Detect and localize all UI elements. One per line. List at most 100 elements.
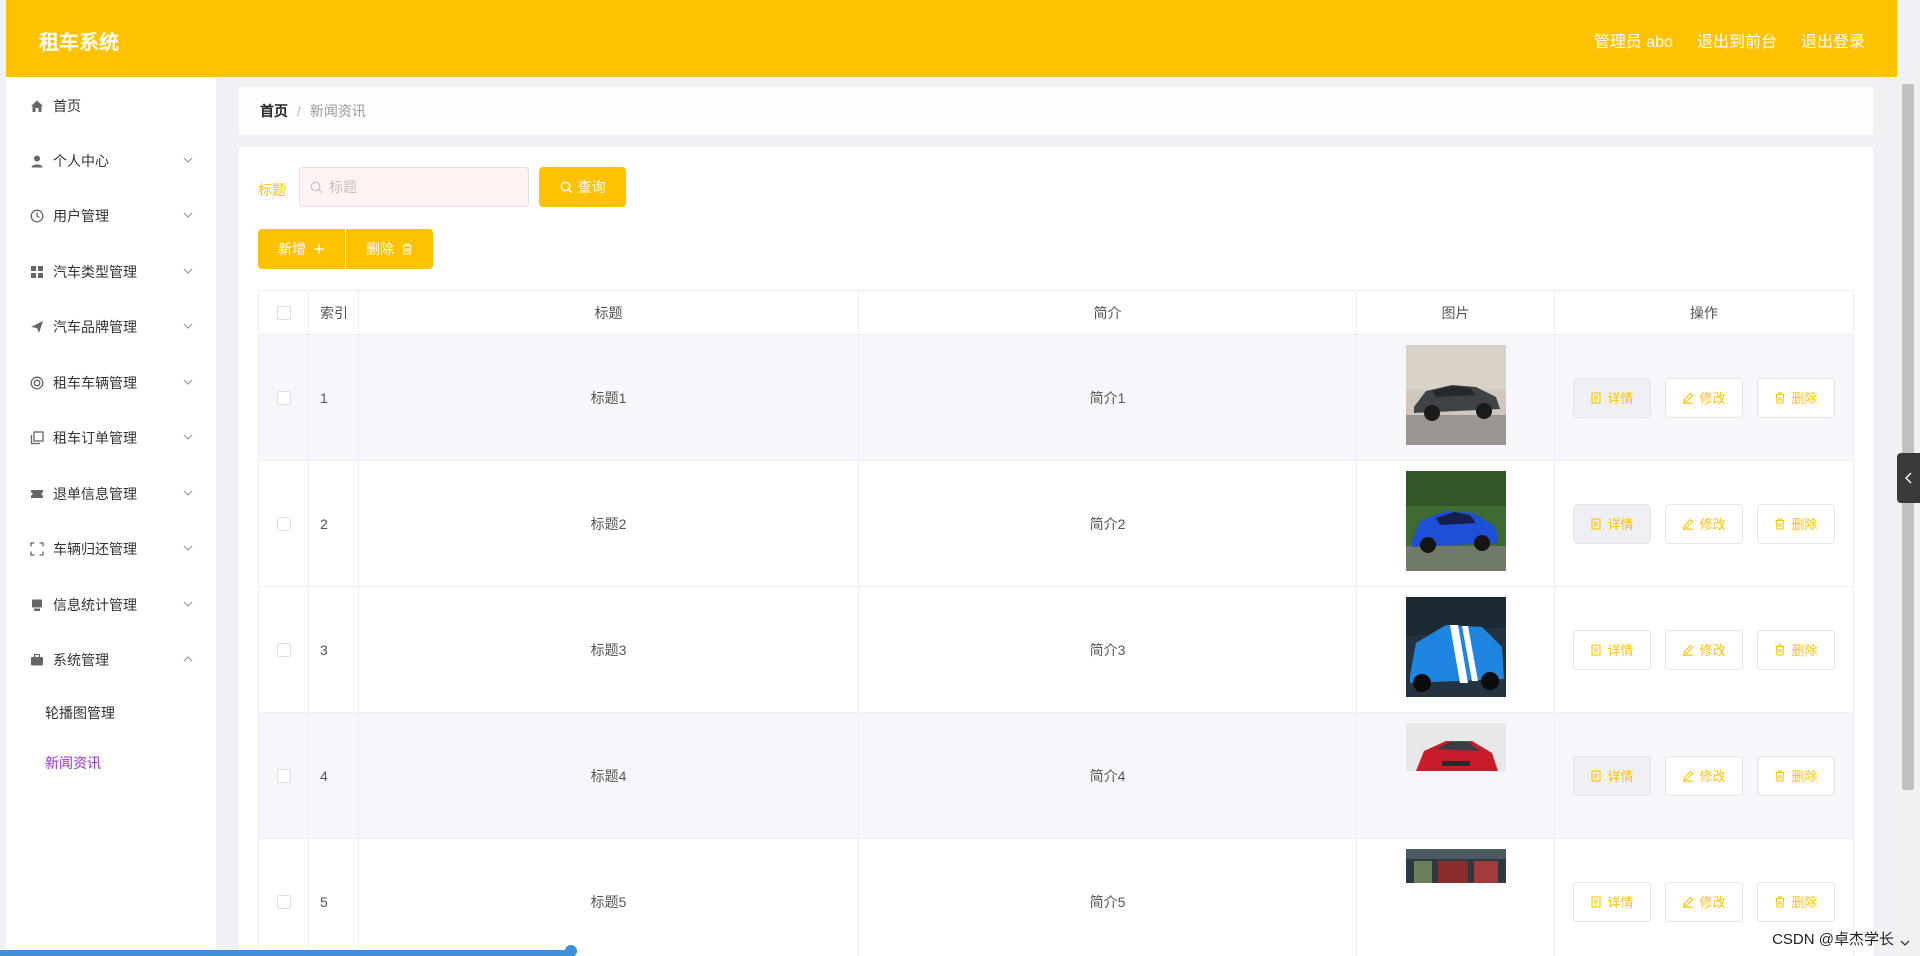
delete-button[interactable]: 删除	[1757, 755, 1835, 796]
row-title: 标题2	[359, 461, 859, 586]
table-row: 5 标题5 简介5 详情 修改 删除	[259, 839, 1853, 956]
row-intro: 简介2	[859, 461, 1357, 586]
news-table: 索引 标题 简介 图片 操作 1 标题1 简介1 详情 修改 删除 2 标题2 …	[258, 290, 1854, 956]
vertical-scrollbar[interactable]	[1897, 77, 1920, 956]
sidebar-item-user-management[interactable]: 用户管理	[6, 196, 216, 236]
row-checkbox[interactable]	[276, 768, 291, 783]
detail-button[interactable]: 详情	[1573, 881, 1651, 922]
search-field[interactable]	[299, 167, 529, 207]
header-check-cell	[259, 291, 309, 334]
table-row: 4 标题4 简介4 详情 修改 删除	[259, 713, 1853, 839]
query-button[interactable]: 查询	[539, 167, 626, 207]
header-index: 索引	[309, 291, 359, 334]
car-image[interactable]	[1405, 597, 1506, 697]
document-icon	[1591, 895, 1602, 908]
sidebar-item-refunds[interactable]: 退单信息管理	[6, 474, 216, 514]
edit-label: 修改	[1699, 769, 1726, 784]
table-header: 索引 标题 简介 图片 操作	[259, 291, 1853, 335]
trash-icon	[1775, 643, 1785, 656]
sidebar-item-label: 车辆归还管理	[53, 541, 137, 557]
row-index: 1	[309, 335, 359, 460]
chevron-left-icon	[1904, 472, 1911, 484]
delete-button[interactable]: 删除	[1757, 503, 1835, 544]
document-icon	[1591, 391, 1602, 404]
breadcrumb: 首页 / 新闻资讯	[239, 87, 1873, 135]
row-checkbox[interactable]	[276, 390, 291, 405]
sidebar-subitem-carousel[interactable]: 轮播图管理	[6, 693, 216, 733]
row-actions: 详情 修改 删除	[1555, 713, 1853, 838]
current-user[interactable]: 管理员 abo	[1594, 28, 1673, 52]
logout-link[interactable]: 退出登录	[1801, 28, 1865, 52]
sidebar-subitem-label: 轮播图管理	[45, 705, 115, 721]
query-button-label: 查询	[577, 179, 606, 195]
row-check-cell	[259, 461, 309, 586]
briefcase-icon	[30, 653, 44, 667]
car-image[interactable]	[1405, 849, 1506, 883]
row-checkbox[interactable]	[276, 894, 291, 909]
chevron-up-icon	[183, 656, 193, 662]
row-checkbox[interactable]	[276, 642, 291, 657]
delete-button[interactable]: 删除	[1757, 881, 1835, 922]
sidebar-item-statistics[interactable]: 信息统计管理	[6, 585, 216, 625]
select-all-checkbox[interactable]	[276, 305, 291, 320]
sidebar-item-personal-center[interactable]: 个人中心	[6, 141, 216, 181]
detail-button[interactable]: 详情	[1573, 755, 1651, 796]
detail-label: 详情	[1607, 769, 1634, 784]
add-button[interactable]: 新增	[258, 229, 345, 269]
car-image[interactable]	[1405, 723, 1506, 771]
edit-button[interactable]: 修改	[1665, 629, 1743, 670]
scroll-handle[interactable]	[565, 945, 577, 956]
search-input[interactable]	[329, 179, 509, 195]
delete-label: 删除	[1791, 769, 1818, 784]
header-title: 标题	[359, 291, 859, 334]
home-icon	[30, 99, 44, 113]
car-image[interactable]	[1405, 345, 1506, 445]
sidebar-item-home[interactable]: 首页	[6, 86, 216, 126]
sidebar-item-rental-vehicles[interactable]: 租车车辆管理	[6, 363, 216, 403]
header-intro: 简介	[859, 291, 1357, 334]
sidebar-item-system[interactable]: 系统管理	[6, 640, 216, 680]
detail-button[interactable]: 详情	[1573, 629, 1651, 670]
collapse-panel-handle[interactable]	[1897, 453, 1920, 503]
sidebar-item-label: 租车订单管理	[53, 430, 137, 446]
row-intro: 简介4	[859, 713, 1357, 838]
edit-button[interactable]: 修改	[1665, 503, 1743, 544]
row-checkbox[interactable]	[276, 516, 291, 531]
sidebar-item-rental-orders[interactable]: 租车订单管理	[6, 418, 216, 458]
detail-button[interactable]: 详情	[1573, 377, 1651, 418]
sidebar-item-car-type[interactable]: 汽车类型管理	[6, 252, 216, 292]
chevron-down-icon	[183, 323, 193, 329]
sidebar-item-car-brand[interactable]: 汽车品牌管理	[6, 307, 216, 347]
sidebar-item-label: 用户管理	[53, 208, 109, 224]
row-check-cell	[259, 335, 309, 460]
sidebar-item-vehicle-return[interactable]: 车辆归还管理	[6, 529, 216, 569]
clock-icon	[30, 209, 44, 223]
header-picture: 图片	[1357, 291, 1555, 334]
breadcrumb-home[interactable]: 首页	[260, 101, 288, 121]
edit-button[interactable]: 修改	[1665, 881, 1743, 922]
edit-button[interactable]: 修改	[1665, 377, 1743, 418]
row-index: 3	[309, 587, 359, 712]
horizontal-scrollbar[interactable]	[0, 950, 575, 956]
row-picture-cell	[1357, 839, 1555, 956]
edit-icon	[1683, 518, 1694, 530]
add-button-label: 新增	[278, 241, 306, 257]
scrollbar-thumb[interactable]	[1902, 84, 1914, 790]
document-icon	[1591, 769, 1602, 782]
chevron-down-icon	[1900, 940, 1910, 946]
sidebar-item-label: 租车车辆管理	[53, 375, 137, 391]
copy-icon	[30, 431, 44, 445]
edit-icon	[1683, 644, 1694, 656]
print-icon	[30, 598, 44, 612]
edit-button[interactable]: 修改	[1665, 755, 1743, 796]
row-actions: 详情 修改 删除	[1555, 461, 1853, 586]
delete-button[interactable]: 删除	[1757, 377, 1835, 418]
exit-to-front-link[interactable]: 退出到前台	[1697, 28, 1777, 52]
detail-label: 详情	[1607, 517, 1634, 532]
car-image[interactable]	[1405, 471, 1506, 571]
delete-button[interactable]: 删除	[1757, 629, 1835, 670]
detail-button[interactable]: 详情	[1573, 503, 1651, 544]
search-label: 标题	[258, 182, 286, 198]
batch-delete-button[interactable]: 删除	[346, 229, 433, 269]
sidebar-subitem-news[interactable]: 新闻资讯	[6, 743, 216, 783]
